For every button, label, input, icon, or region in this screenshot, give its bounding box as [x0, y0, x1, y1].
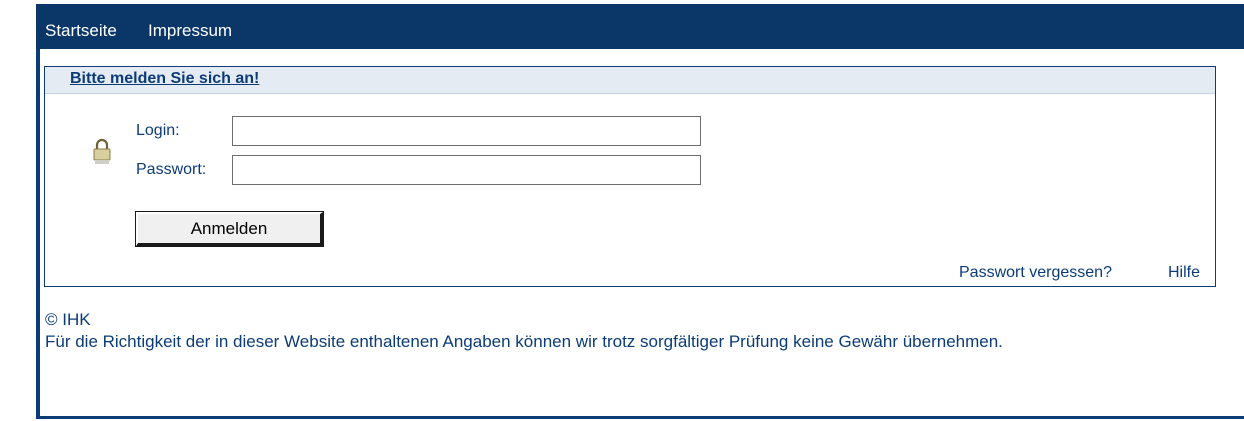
- login-heading: Bitte melden Sie sich an!: [70, 70, 260, 87]
- help-link[interactable]: Hilfe: [1168, 264, 1200, 282]
- nav-home-link[interactable]: Startseite: [45, 21, 117, 41]
- login-input[interactable]: [232, 116, 701, 146]
- lock-icon: [93, 138, 111, 164]
- copyright-text: © IHK: [45, 310, 91, 329]
- login-button[interactable]: Anmelden: [135, 211, 324, 247]
- login-panel: Bitte melden Sie sich an! Login: Passwor…: [44, 66, 1216, 287]
- disclaimer-text: Für die Richtigkeit der in dieser Websit…: [45, 332, 1003, 351]
- password-input[interactable]: [232, 155, 701, 185]
- password-label: Passwort:: [136, 161, 207, 178]
- forgot-password-link[interactable]: Passwort vergessen?: [959, 264, 1112, 282]
- login-label: Login:: [136, 122, 180, 139]
- nav-imprint-link[interactable]: Impressum: [148, 21, 232, 41]
- top-navigation: Startseite Impressum: [36, 4, 1244, 49]
- login-panel-header: Bitte melden Sie sich an!: [45, 67, 1215, 94]
